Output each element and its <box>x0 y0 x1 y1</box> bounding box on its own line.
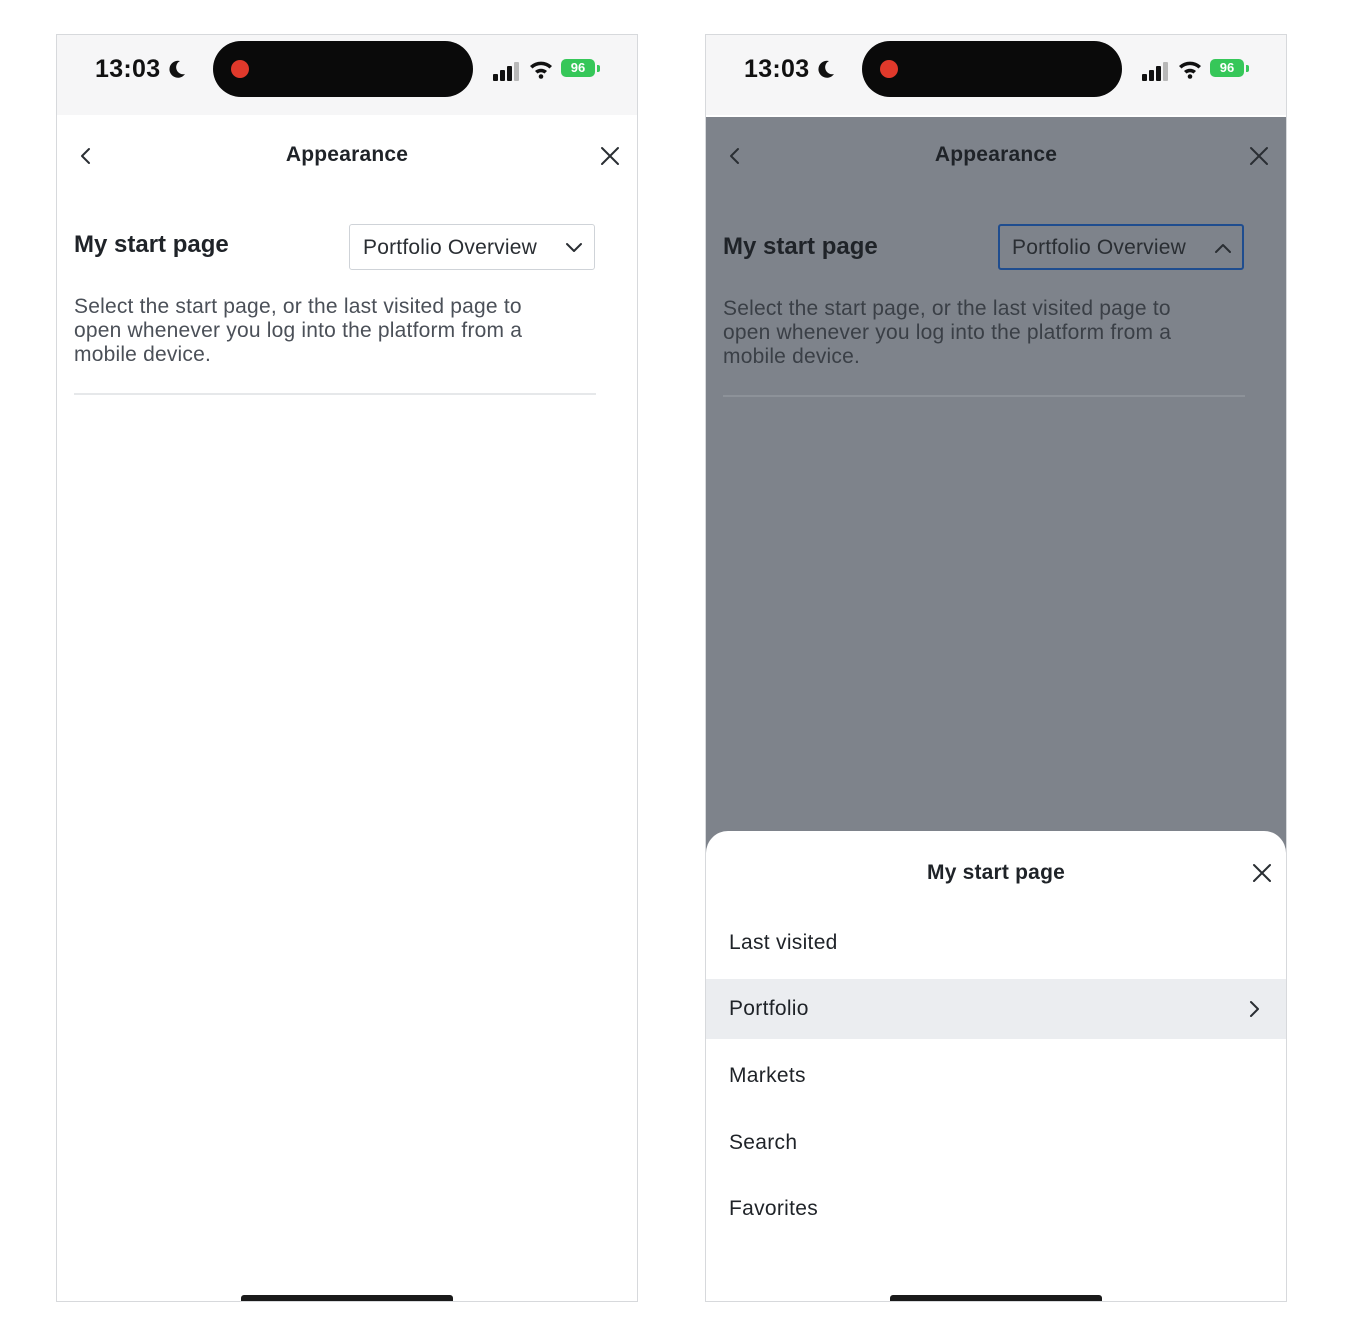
status-time: 13:03 <box>95 55 161 83</box>
close-icon[interactable] <box>599 145 621 167</box>
start-page-selected-value: Portfolio Overview <box>363 236 537 259</box>
start-page-dropdown[interactable]: Portfolio Overview <box>998 224 1244 270</box>
sheet-title: My start page <box>927 861 1065 884</box>
start-page-dropdown[interactable]: Portfolio Overview <box>349 224 595 270</box>
phone-screen-appearance: 13:03 96 Appearance My start page Portfo… <box>56 34 638 1302</box>
wifi-icon <box>1179 61 1201 79</box>
status-time: 13:03 <box>744 55 810 83</box>
option-last-visited[interactable]: Last visited <box>706 913 1286 973</box>
option-label: Favorites <box>729 1197 819 1220</box>
chevron-up-icon <box>1215 244 1231 253</box>
chevron-down-icon <box>566 243 582 252</box>
start-page-label: My start page <box>723 233 878 260</box>
chevron-right-icon <box>1250 1001 1259 1017</box>
start-page-label: My start page <box>74 231 229 258</box>
option-favorites[interactable]: Favorites <box>706 1179 1286 1239</box>
status-bar: 13:03 96 <box>57 35 637 115</box>
moon-icon <box>818 60 834 78</box>
battery-level: 96 <box>1210 59 1244 77</box>
dynamic-island <box>862 41 1122 97</box>
option-portfolio[interactable]: Portfolio <box>706 979 1286 1039</box>
close-icon[interactable] <box>1248 145 1270 167</box>
phone-screen-start-page-picker: 13:03 96 Appearance My start page Portfo… <box>705 34 1287 1302</box>
start-page-bottom-sheet: My start page Last visited Portfolio Mar… <box>706 831 1286 1301</box>
recording-indicator-icon <box>231 60 249 78</box>
divider <box>74 393 596 395</box>
option-label: Markets <box>729 1064 806 1087</box>
cellular-signal-icon <box>493 62 519 81</box>
close-icon[interactable] <box>1252 863 1272 883</box>
option-markets[interactable]: Markets <box>706 1046 1286 1106</box>
divider <box>723 395 1245 397</box>
start-page-description: Select the start page, or the last visit… <box>723 297 1172 368</box>
battery-icon: 96 <box>1210 59 1250 79</box>
dynamic-island <box>213 41 473 97</box>
option-label: Portfolio <box>729 997 809 1020</box>
option-label: Last visited <box>729 931 838 954</box>
page-title: Appearance <box>934 143 1058 166</box>
cellular-signal-icon <box>1142 62 1168 81</box>
home-indicator[interactable] <box>890 1295 1102 1301</box>
home-indicator[interactable] <box>241 1295 453 1301</box>
wifi-icon <box>530 61 552 79</box>
page-title: Appearance <box>285 143 409 166</box>
option-search[interactable]: Search <box>706 1113 1286 1173</box>
start-page-description: Select the start page, or the last visit… <box>74 295 523 366</box>
start-page-selected-value: Portfolio Overview <box>1012 236 1186 259</box>
battery-icon: 96 <box>561 59 601 79</box>
battery-level: 96 <box>561 59 595 77</box>
status-bar: 13:03 96 <box>706 35 1286 115</box>
option-label: Search <box>729 1131 798 1154</box>
moon-icon <box>169 60 185 78</box>
recording-indicator-icon <box>880 60 898 78</box>
